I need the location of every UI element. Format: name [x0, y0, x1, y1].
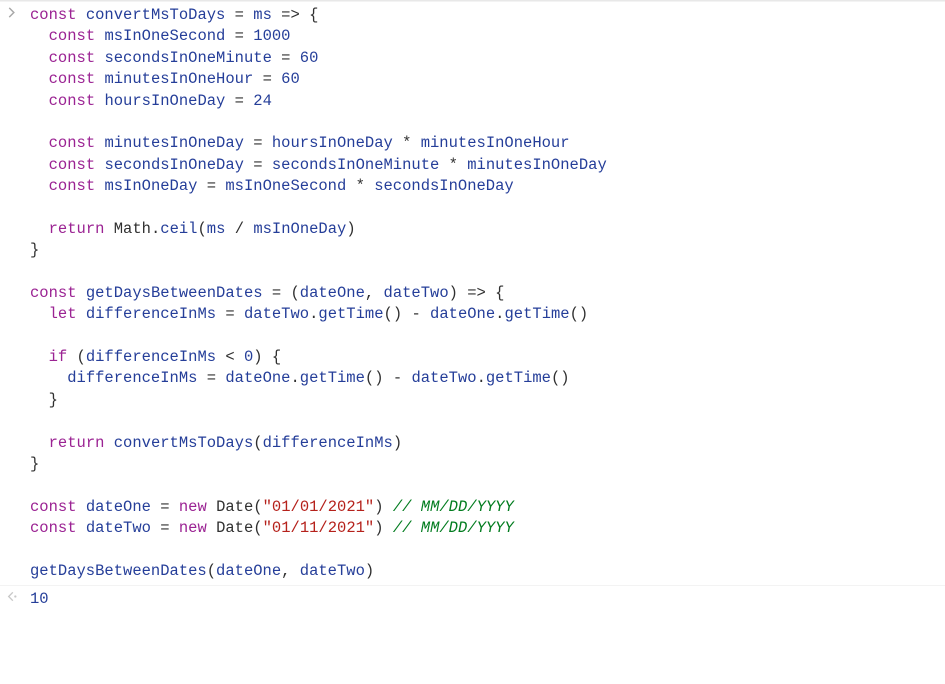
keyword-const: const — [49, 70, 96, 88]
identifier: minutesInOneDay — [104, 134, 244, 152]
number-literal: 60 — [281, 70, 300, 88]
keyword-const: const — [30, 284, 77, 302]
method: ceil — [160, 220, 197, 238]
keyword-return: return — [49, 434, 105, 452]
number-literal: 1000 — [253, 27, 290, 45]
identifier: secondsInOneDay — [104, 156, 244, 174]
identifier: dateOne — [216, 562, 281, 580]
parameter: dateOne — [300, 284, 365, 302]
identifier: msInOneDay — [253, 220, 346, 238]
keyword-const: const — [30, 519, 77, 537]
number-literal: 60 — [300, 49, 319, 67]
keyword-const: const — [49, 134, 96, 152]
identifier: dateTwo — [86, 519, 151, 537]
identifier: Math — [114, 220, 151, 238]
identifier: dateOne — [225, 369, 290, 387]
identifier: minutesInOneDay — [467, 156, 607, 174]
identifier: secondsInOneDay — [374, 177, 514, 195]
class-name: Date — [216, 519, 253, 537]
console-output-value: 10 — [24, 589, 945, 610]
identifier: dateOne — [430, 305, 495, 323]
keyword-const: const — [49, 92, 96, 110]
method: getTime — [300, 369, 365, 387]
comment: // MM/DD/YYYY — [393, 519, 514, 537]
result-number: 10 — [30, 590, 49, 608]
keyword-new: new — [179, 498, 207, 516]
string-literal: "01/01/2021" — [263, 498, 375, 516]
comment: // MM/DD/YYYY — [393, 498, 514, 516]
function-call: convertMsToDays — [114, 434, 254, 452]
keyword-if: if — [49, 348, 68, 366]
identifier: minutesInOneHour — [104, 70, 253, 88]
method: getTime — [486, 369, 551, 387]
input-prompt-icon — [0, 5, 24, 18]
output-prompt-icon — [0, 589, 24, 602]
identifier: msInOneSecond — [225, 177, 346, 195]
identifier: msInOneDay — [104, 177, 197, 195]
identifier: hoursInOneDay — [104, 92, 225, 110]
keyword-new: new — [179, 519, 207, 537]
parameter: dateTwo — [384, 284, 449, 302]
identifier: convertMsToDays — [86, 6, 226, 24]
keyword-const: const — [49, 177, 96, 195]
identifier: secondsInOneMinute — [272, 156, 439, 174]
identifier: minutesInOneHour — [421, 134, 570, 152]
identifier: dateTwo — [300, 562, 365, 580]
keyword-const: const — [49, 27, 96, 45]
keyword-const: const — [49, 156, 96, 174]
identifier: ms — [207, 220, 226, 238]
identifier: differenceInMs — [86, 305, 216, 323]
identifier: differenceInMs — [86, 348, 216, 366]
number-literal: 24 — [253, 92, 272, 110]
console-input-code[interactable]: const convertMsToDays = ms => { const ms… — [24, 5, 945, 582]
identifier: secondsInOneMinute — [104, 49, 271, 67]
identifier: differenceInMs — [263, 434, 393, 452]
parameter: ms — [253, 6, 272, 24]
identifier: dateTwo — [244, 305, 309, 323]
identifier: differenceInMs — [67, 369, 197, 387]
devtools-console: const convertMsToDays = ms => { const ms… — [0, 0, 945, 684]
identifier: dateOne — [86, 498, 151, 516]
method: getTime — [504, 305, 569, 323]
identifier: dateTwo — [411, 369, 476, 387]
class-name: Date — [216, 498, 253, 516]
keyword-const: const — [30, 498, 77, 516]
identifier: getDaysBetweenDates — [86, 284, 263, 302]
string-literal: "01/11/2021" — [263, 519, 375, 537]
console-output-row: 10 — [0, 585, 945, 613]
console-input-row[interactable]: const convertMsToDays = ms => { const ms… — [0, 1, 945, 585]
method: getTime — [318, 305, 383, 323]
function-call: getDaysBetweenDates — [30, 562, 207, 580]
keyword-const: const — [30, 6, 77, 24]
keyword-return: return — [49, 220, 105, 238]
keyword-const: const — [49, 49, 96, 67]
identifier: msInOneSecond — [104, 27, 225, 45]
number-literal: 0 — [244, 348, 253, 366]
keyword-let: let — [49, 305, 77, 323]
identifier: hoursInOneDay — [272, 134, 393, 152]
